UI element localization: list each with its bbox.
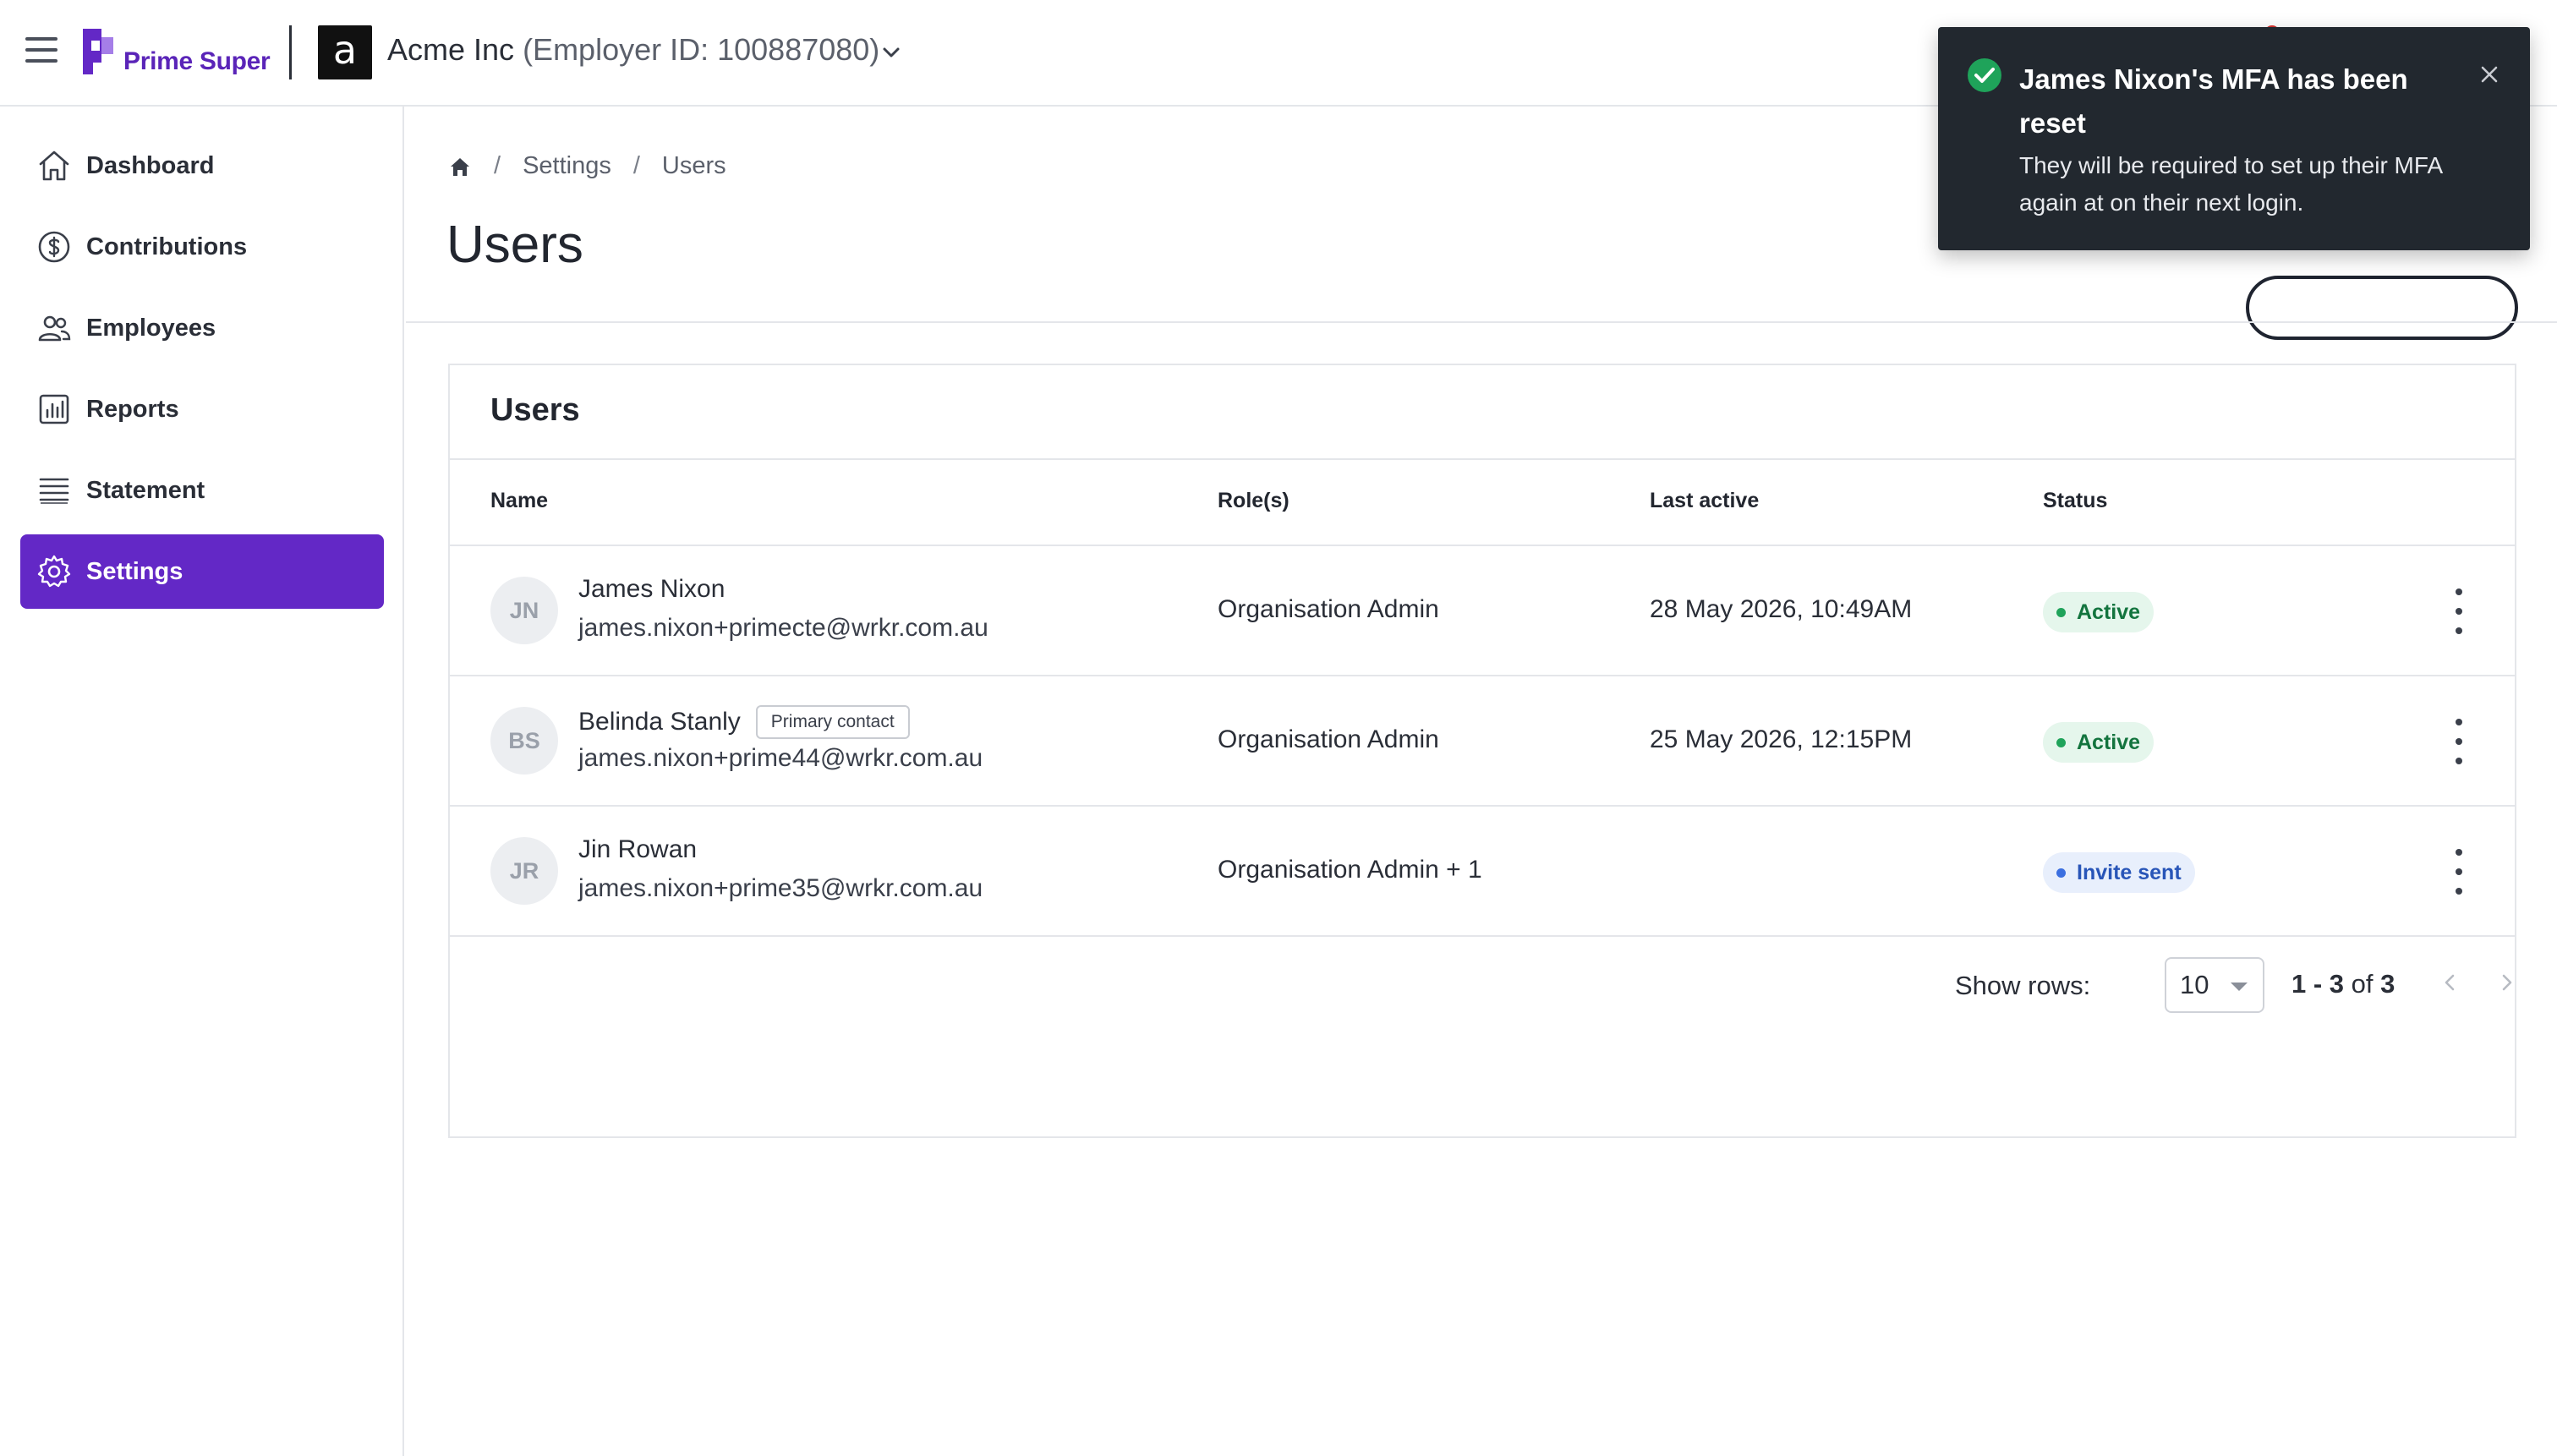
sidebar-item-label: Dashboard	[86, 151, 215, 179]
user-name-text: James Nixon	[578, 575, 725, 603]
sidebar-item-label: Statement	[86, 476, 205, 504]
card-divider	[450, 458, 2515, 460]
table-row[interactable]: JN James Nixon james.nixon+primecte@wrkr…	[450, 546, 2515, 676]
toast-message: They will be required to set up their MF…	[2019, 152, 2442, 216]
page-header-divider	[406, 321, 2557, 323]
status-badge: Active	[2043, 592, 2155, 632]
breadcrumb-separator: /	[494, 152, 501, 179]
column-header-last-active[interactable]: Last active	[1650, 489, 1759, 513]
table-row[interactable]: BS Belinda Stanly Primary contact james.…	[450, 676, 2515, 807]
statement-list-icon	[36, 472, 73, 509]
page-range: 1 - 3 of 3	[2291, 969, 2395, 999]
report-chart-icon	[36, 391, 73, 428]
user-name: James Nixon	[578, 575, 725, 604]
page-title: Users	[446, 216, 583, 274]
sidebar-item-label: Settings	[86, 557, 183, 585]
row-more-options-icon[interactable]	[2442, 849, 2476, 895]
card-title: Users	[490, 392, 580, 428]
user-role: Organisation Admin + 1	[1218, 856, 1482, 884]
primary-contact-tag: Primary contact	[755, 705, 910, 739]
table-row[interactable]: JR Jin Rowan james.nixon+prime35@wrkr.co…	[450, 807, 2515, 937]
hamburger-menu-icon[interactable]	[25, 37, 57, 68]
sidebar-item-label: Employees	[86, 314, 216, 342]
status-badge: Invite sent	[2043, 852, 2195, 893]
column-header-name[interactable]: Name	[490, 489, 548, 513]
chevron-right-icon	[2502, 974, 2512, 991]
rows-per-page-label: Show rows:	[1955, 971, 2091, 1000]
page-range-of: of	[2351, 969, 2374, 999]
avatar: BS	[490, 707, 558, 775]
user-email: james.nixon+prime44@wrkr.com.au	[578, 744, 983, 772]
avatar: JR	[490, 837, 558, 905]
sidebar-item-dashboard[interactable]: Dashboard	[20, 129, 384, 203]
user-last-active: 28 May 2026, 10:49AM	[1650, 595, 1913, 623]
user-role: Organisation Admin	[1218, 595, 1439, 623]
success-toast: James Nixon's MFA has been reset They wi…	[1938, 27, 2530, 250]
row-more-options-icon[interactable]	[2442, 588, 2476, 634]
avatar: JN	[490, 577, 558, 644]
breadcrumb-settings-link[interactable]: Settings	[523, 152, 611, 180]
employer-switcher[interactable]: Acme Inc (Employer ID: 100887080)	[387, 32, 879, 68]
pagination: Show rows: 10 1 - 3 of 3	[450, 937, 2515, 1033]
dollar-icon	[36, 228, 73, 265]
page-range-total: 3	[2380, 969, 2395, 999]
prime-super-logo[interactable]: Prime Super	[79, 22, 271, 81]
sidebar-item-contributions[interactable]: Contributions	[20, 210, 384, 284]
caret-down-icon	[2231, 983, 2248, 991]
sidebar: Dashboard Contributions Employees Report…	[0, 107, 404, 1456]
user-email: james.nixon+primecte@wrkr.com.au	[578, 614, 988, 642]
page-range-value: 1 - 3	[2291, 969, 2345, 999]
user-name-text: Jin Rowan	[578, 835, 698, 863]
sidebar-item-settings[interactable]: Settings	[20, 534, 384, 609]
page-action-button[interactable]	[2246, 276, 2518, 340]
employer-name: Acme Inc	[387, 32, 515, 67]
user-last-active: 25 May 2026, 12:15PM	[1650, 725, 1913, 753]
breadcrumb-home-icon[interactable]	[448, 155, 472, 178]
user-name: Jin Rowan	[578, 835, 697, 864]
sidebar-item-reports[interactable]: Reports	[20, 372, 384, 446]
user-name-text: Belinda Stanly	[578, 708, 741, 736]
users-card: Users Name Role(s) Last active Status JN…	[448, 364, 2516, 1138]
sidebar-item-employees[interactable]: Employees	[20, 291, 384, 365]
user-email: james.nixon+prime35@wrkr.com.au	[578, 874, 983, 902]
home-icon	[36, 147, 73, 184]
rows-per-page-value: 10	[2180, 970, 2209, 999]
main-content: / Settings / Users Users Users Name Role…	[406, 107, 2557, 1456]
rows-per-page-select[interactable]: 10	[2165, 957, 2264, 1013]
user-name: Belinda Stanly Primary contact	[578, 705, 910, 739]
breadcrumb: / Settings / Users	[448, 152, 726, 180]
column-header-status[interactable]: Status	[2043, 489, 2107, 513]
sidebar-item-label: Contributions	[86, 233, 248, 260]
toast-title: James Nixon's MFA has been reset	[2019, 63, 2408, 139]
sidebar-item-label: Reports	[86, 395, 179, 423]
chevron-down-icon[interactable]	[879, 41, 903, 64]
column-header-roles[interactable]: Role(s)	[1218, 489, 1289, 513]
employer-id: (Employer ID: 100887080)	[523, 32, 880, 67]
header-divider	[289, 25, 292, 79]
next-page-button[interactable]	[2491, 967, 2521, 998]
sidebar-item-statement[interactable]: Statement	[20, 453, 384, 528]
check-circle-icon	[1968, 58, 2001, 92]
user-role: Organisation Admin	[1218, 725, 1439, 753]
status-badge: Active	[2043, 722, 2155, 763]
chevron-left-icon	[2445, 974, 2455, 991]
gear-icon	[36, 553, 73, 590]
prime-super-logo-mark-icon	[83, 29, 113, 74]
brand-name: Prime Super	[123, 47, 271, 75]
breadcrumb-separator: /	[632, 152, 640, 179]
employer-avatar[interactable]: a	[318, 25, 372, 79]
breadcrumb-current: Users	[661, 152, 726, 179]
people-icon	[36, 309, 73, 347]
row-more-options-icon[interactable]	[2442, 719, 2476, 764]
previous-page-button[interactable]	[2435, 967, 2466, 998]
close-icon[interactable]	[2474, 59, 2505, 90]
